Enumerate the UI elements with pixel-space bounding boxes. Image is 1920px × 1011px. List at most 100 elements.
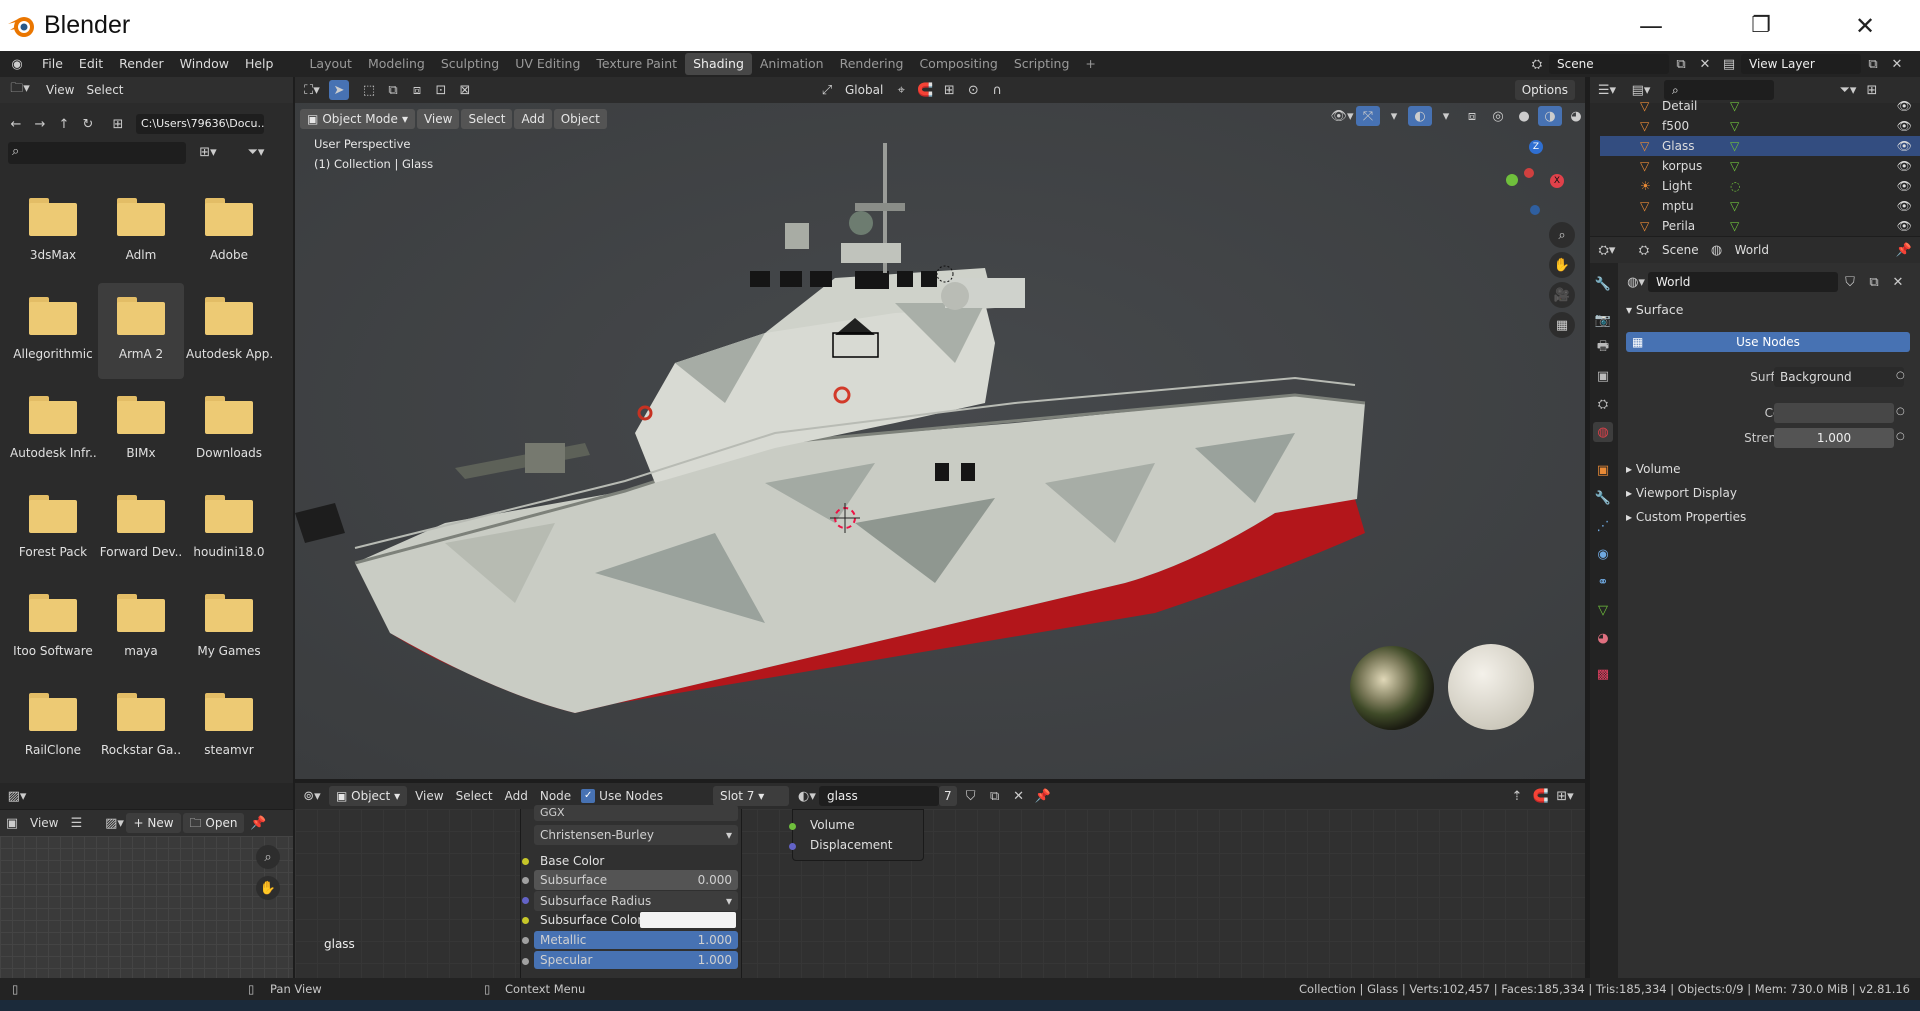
folder-item[interactable]: 3dsMax [10,184,96,280]
color-socket-icon[interactable]: ○ [1896,406,1905,417]
material-output-node[interactable] [792,809,924,861]
folder-item[interactable]: RailClone [10,679,96,775]
forward-icon[interactable]: → [28,114,52,134]
visibility-eye-icon[interactable]: 👁 [1897,219,1912,233]
menu-edit[interactable]: Edit [71,51,111,77]
transform-orientation-dropdown[interactable]: Global [839,80,889,100]
solid-shading-icon[interactable]: ● [1512,106,1536,126]
view-layer-tab-icon[interactable]: ▣ [1593,366,1613,386]
folder-item[interactable]: Autodesk Infr.. [10,382,96,478]
node-canvas[interactable] [295,809,1585,978]
pivot-icon[interactable]: ⌖ [889,80,913,100]
distribution-dropdown[interactable]: GGX [534,805,738,821]
maximize-button[interactable]: ❐ [1726,0,1796,51]
base-color-socket[interactable] [522,858,529,865]
material-tab-icon[interactable]: ◕ [1593,628,1613,648]
refresh-icon[interactable]: ↻ [76,114,100,134]
menu-window[interactable]: Window [172,51,237,77]
folder-item[interactable]: steamvr [186,679,272,775]
render-tab-icon[interactable]: 📷 [1593,310,1613,330]
folder-item[interactable]: Adlm [98,184,184,280]
world-browse-icon[interactable]: ◍▾ [1624,272,1648,292]
subsurface-socket[interactable] [522,877,529,884]
subsurface-color-swatch[interactable] [640,912,736,928]
gizmo-z-axis[interactable]: Z [1529,140,1543,154]
transform-orientation-icon[interactable]: ⤢ [815,80,839,100]
falloff-icon[interactable]: ∩ [985,80,1009,100]
unlink-material-icon[interactable]: ✕ [1007,786,1031,806]
tab-modeling[interactable]: Modeling [360,53,433,75]
duplicate-material-icon[interactable]: ⧉ [983,786,1007,806]
gizmo-neg-z[interactable] [1530,205,1540,215]
folder-item[interactable]: Forest Pack [10,481,96,577]
folder-item[interactable]: Rockstar Ga.. [98,679,184,775]
tab-layout[interactable]: Layout [301,53,360,75]
viewport-select-menu[interactable]: Select [461,109,513,129]
minimize-button[interactable]: — [1616,0,1686,51]
visibility-eye-icon[interactable]: 👁 [1897,159,1912,173]
folder-item[interactable]: Autodesk App.. [186,283,272,379]
mesh-data-icon[interactable]: ▽ [1730,159,1770,173]
mesh-data-icon[interactable]: ▽ [1730,99,1770,113]
back-icon[interactable]: ← [4,114,28,134]
object-mode-dropdown[interactable]: ▣ Object Mode ▾ [300,109,415,129]
surface-socket-icon[interactable]: ○ [1896,370,1905,381]
use-nodes-checkbox[interactable]: ✓ Use Nodes [581,789,663,803]
object-tab-icon[interactable]: ▣ [1593,460,1613,480]
open-image-button[interactable]: 🗀 Open [182,813,245,833]
gizmo-y-axis[interactable] [1506,174,1518,186]
folder-item[interactable]: maya [98,580,184,676]
material-browse-icon[interactable]: ◐▾ [795,786,819,806]
display-mode-icon[interactable]: ⊞▾ [196,142,220,162]
file-view-menu[interactable]: View [40,80,80,100]
menu-render[interactable]: Render [111,51,172,77]
viewport-editor-type-icon[interactable]: ⛶▾ [295,80,329,100]
subsurface-radius-dropdown[interactable]: Subsurface Radius ▾ [534,891,738,911]
subsurface-color-socket[interactable] [522,917,529,924]
delete-scene-icon[interactable]: ✕ [1693,54,1717,74]
visibility-eye-icon[interactable]: 👁 [1897,199,1912,213]
folder-item[interactable]: Allegorithmic [10,283,96,379]
mesh-data-icon[interactable]: ▽ [1730,139,1770,153]
delete-view-layer-icon[interactable]: ✕ [1885,54,1909,74]
view-layer-field[interactable]: View Layer [1741,54,1861,74]
view-mode-icon[interactable]: ▣ [0,813,24,833]
properties-editor-type-icon[interactable]: ⛭▾ [1590,240,1624,260]
new-view-layer-icon[interactable]: ⧉ [1861,54,1885,74]
parent-dir-icon[interactable]: ↑ [52,114,76,134]
outliner-item[interactable]: ▽ f500 ▽ 👁 [1600,116,1920,136]
tab-compositing[interactable]: Compositing [911,53,1005,75]
displacement-socket[interactable] [789,843,796,850]
node-editor-type-icon[interactable]: ⊚▾ [295,786,329,806]
scene-tab-icon[interactable]: ⛭ [1593,394,1613,414]
surface-panel-header[interactable]: ▾ Surface [1626,302,1683,317]
image-editor-type-icon[interactable]: ▨▾ [0,786,34,806]
ship-model[interactable] [295,103,1585,779]
tab-rendering[interactable]: Rendering [832,53,912,75]
menu-file[interactable]: File [34,51,71,77]
snap-mode-icon[interactable]: ⊞▾ [1553,786,1577,806]
tab-texture-paint[interactable]: Texture Paint [588,53,685,75]
pan-icon[interactable]: ✋ [256,876,280,900]
gizmo-x-axis[interactable]: X [1550,174,1564,188]
folder-item[interactable]: ArmA 2 [98,283,184,379]
data-tab-icon[interactable]: ▽ [1593,600,1613,620]
light-data-icon[interactable]: ◌ [1730,179,1770,193]
metallic-socket[interactable] [522,937,529,944]
subsurface-field[interactable]: Subsurface 0.000 [534,870,738,890]
options-button[interactable]: Options [1514,80,1575,100]
select-box-icon[interactable]: ⬚ [357,80,381,100]
visibility-eye-icon[interactable]: 👁 [1897,99,1912,113]
snap-node-icon[interactable]: 🧲 [1529,786,1553,806]
ortho-view-icon[interactable]: ▦ [1549,312,1575,338]
strength-socket-icon[interactable]: ○ [1896,431,1905,442]
constraints-tab-icon[interactable]: ⚭ [1593,572,1613,592]
particles-tab-icon[interactable]: ⋰ [1593,516,1613,536]
folder-item[interactable]: My Games [186,580,272,676]
outliner-item[interactable]: ▽ mptu ▽ 👁 [1600,196,1920,216]
visibility-eye-icon[interactable]: 👁 [1897,139,1912,153]
volume-panel-header[interactable]: ▸ Volume [1626,462,1680,476]
world-fake-user-icon[interactable]: ⛉ [1838,272,1862,292]
visibility-eye-icon[interactable]: 👁 [1897,179,1912,193]
subsurface-radius-socket[interactable] [522,897,529,904]
